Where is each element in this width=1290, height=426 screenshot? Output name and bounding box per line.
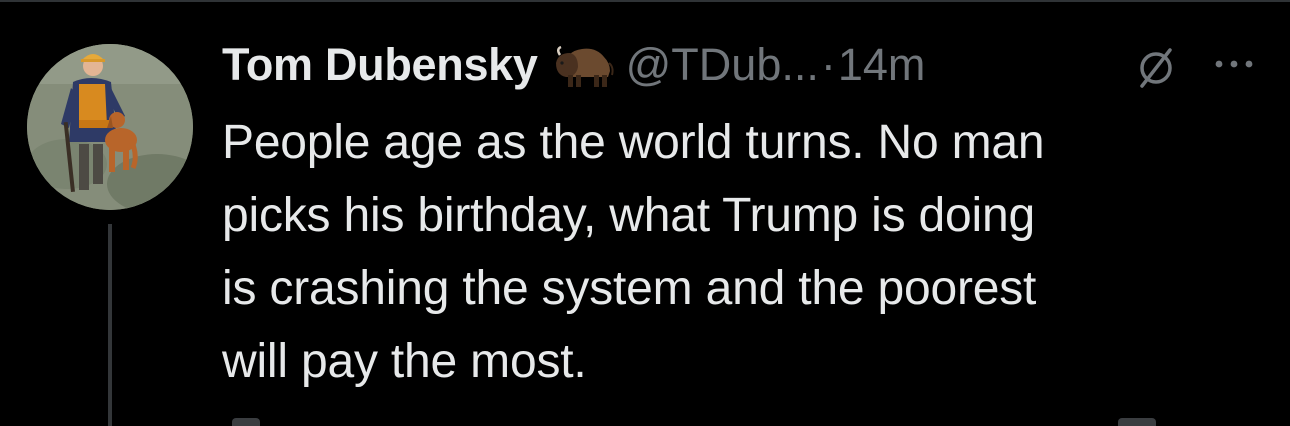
tweet-body-text: People age as the world turns. No man pi… <box>222 116 1045 388</box>
tweet-timestamp[interactable]: 14m <box>838 39 926 91</box>
action-bar-hint-right <box>1118 418 1156 426</box>
avatar[interactable] <box>27 44 193 210</box>
action-bar-hint-left <box>232 418 260 426</box>
avatar-photo <box>27 44 193 210</box>
grok-icon[interactable] <box>1134 46 1178 90</box>
author-display-name[interactable]: Tom Dubensky <box>222 39 538 91</box>
bison-icon <box>552 41 616 89</box>
author-handle[interactable]: @TDub... <box>626 39 819 91</box>
header-separator: · <box>820 39 836 90</box>
tweet-header: Tom Dubensky @TDub... · 14m <box>222 36 925 94</box>
thread-connector-line <box>108 224 112 426</box>
more-options-icon[interactable] <box>1212 54 1256 74</box>
top-divider <box>0 0 1290 2</box>
